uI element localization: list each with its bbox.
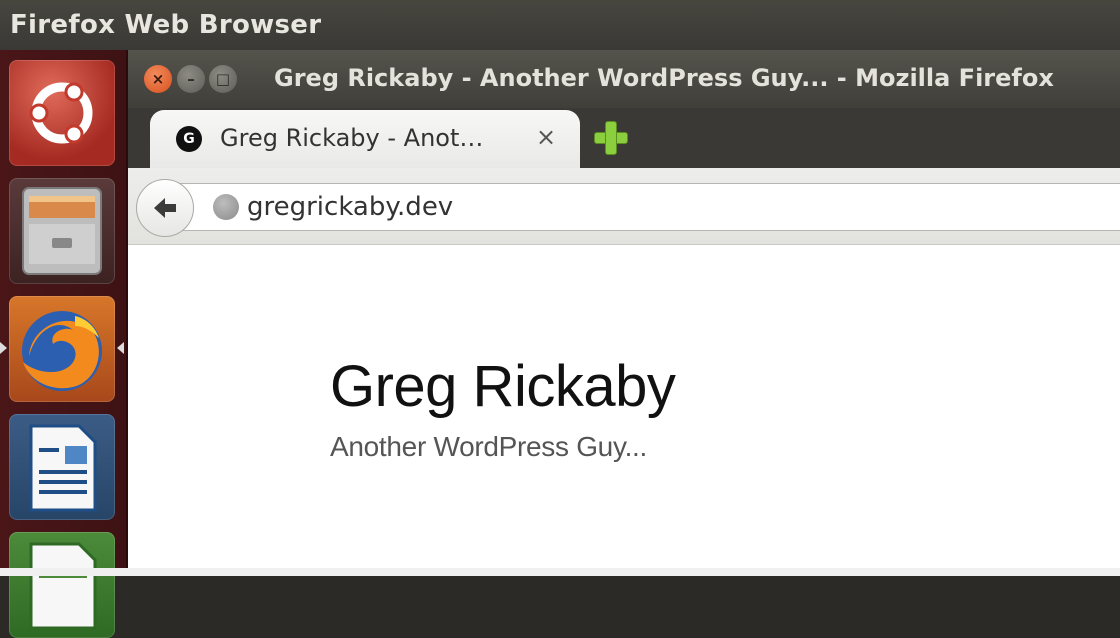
launcher-writer[interactable] xyxy=(9,414,115,520)
bottom-edge xyxy=(0,568,1120,576)
launcher-active-pip-left xyxy=(0,342,7,354)
minimize-icon: – xyxy=(187,70,195,88)
writer-document-icon xyxy=(29,424,97,512)
launcher-firefox[interactable] xyxy=(9,296,115,402)
new-tab-button[interactable] xyxy=(595,122,627,154)
file-cabinet-icon xyxy=(22,187,102,275)
tab-strip: G Greg Rickaby - Anot… × xyxy=(128,108,1120,168)
launcher-ubuntu-dash[interactable] xyxy=(9,60,115,166)
launcher-calc[interactable] xyxy=(9,532,115,638)
window-minimize-button[interactable]: – xyxy=(177,65,205,93)
window-title: Greg Rickaby - Another WordPress Guy... … xyxy=(274,64,1054,92)
site-tagline: Another WordPress Guy... xyxy=(330,431,648,462)
url-text[interactable]: gregrickaby.dev xyxy=(247,192,453,222)
maximize-icon: □ xyxy=(215,70,231,88)
top-panel: Firefox Web Browser xyxy=(0,0,1120,50)
arrow-left-icon xyxy=(154,198,176,218)
site-title[interactable]: Greg Rickaby xyxy=(330,353,676,420)
tab-close-button[interactable]: × xyxy=(536,123,556,151)
back-button[interactable] xyxy=(136,179,194,237)
launcher-files[interactable] xyxy=(9,178,115,284)
firefox-icon xyxy=(22,311,102,391)
plus-icon-center xyxy=(606,133,616,143)
launcher xyxy=(0,50,128,638)
page-content: Greg Rickaby Another WordPress Guy... xyxy=(128,245,1120,576)
window-maximize-button[interactable]: □ xyxy=(209,65,237,93)
tab-label: Greg Rickaby - Anot… xyxy=(220,124,484,152)
window-titlebar[interactable]: × – □ Greg Rickaby - Another WordPress G… xyxy=(128,50,1120,110)
ubuntu-logo-icon xyxy=(29,82,93,144)
calc-spreadsheet-icon xyxy=(29,542,97,630)
url-bar[interactable]: gregrickaby.dev xyxy=(178,183,1120,231)
tab-active[interactable]: G Greg Rickaby - Anot… × xyxy=(150,110,580,168)
globe-icon xyxy=(213,194,239,220)
panel-app-name: Firefox Web Browser xyxy=(10,10,322,40)
firefox-window: × – □ Greg Rickaby - Another WordPress G… xyxy=(128,50,1120,576)
navigation-toolbar: gregrickaby.dev xyxy=(128,168,1120,245)
window-close-button[interactable]: × xyxy=(144,65,172,93)
favicon-icon: G xyxy=(176,126,202,152)
launcher-active-pip-right xyxy=(117,342,124,354)
close-icon: × xyxy=(151,70,165,88)
